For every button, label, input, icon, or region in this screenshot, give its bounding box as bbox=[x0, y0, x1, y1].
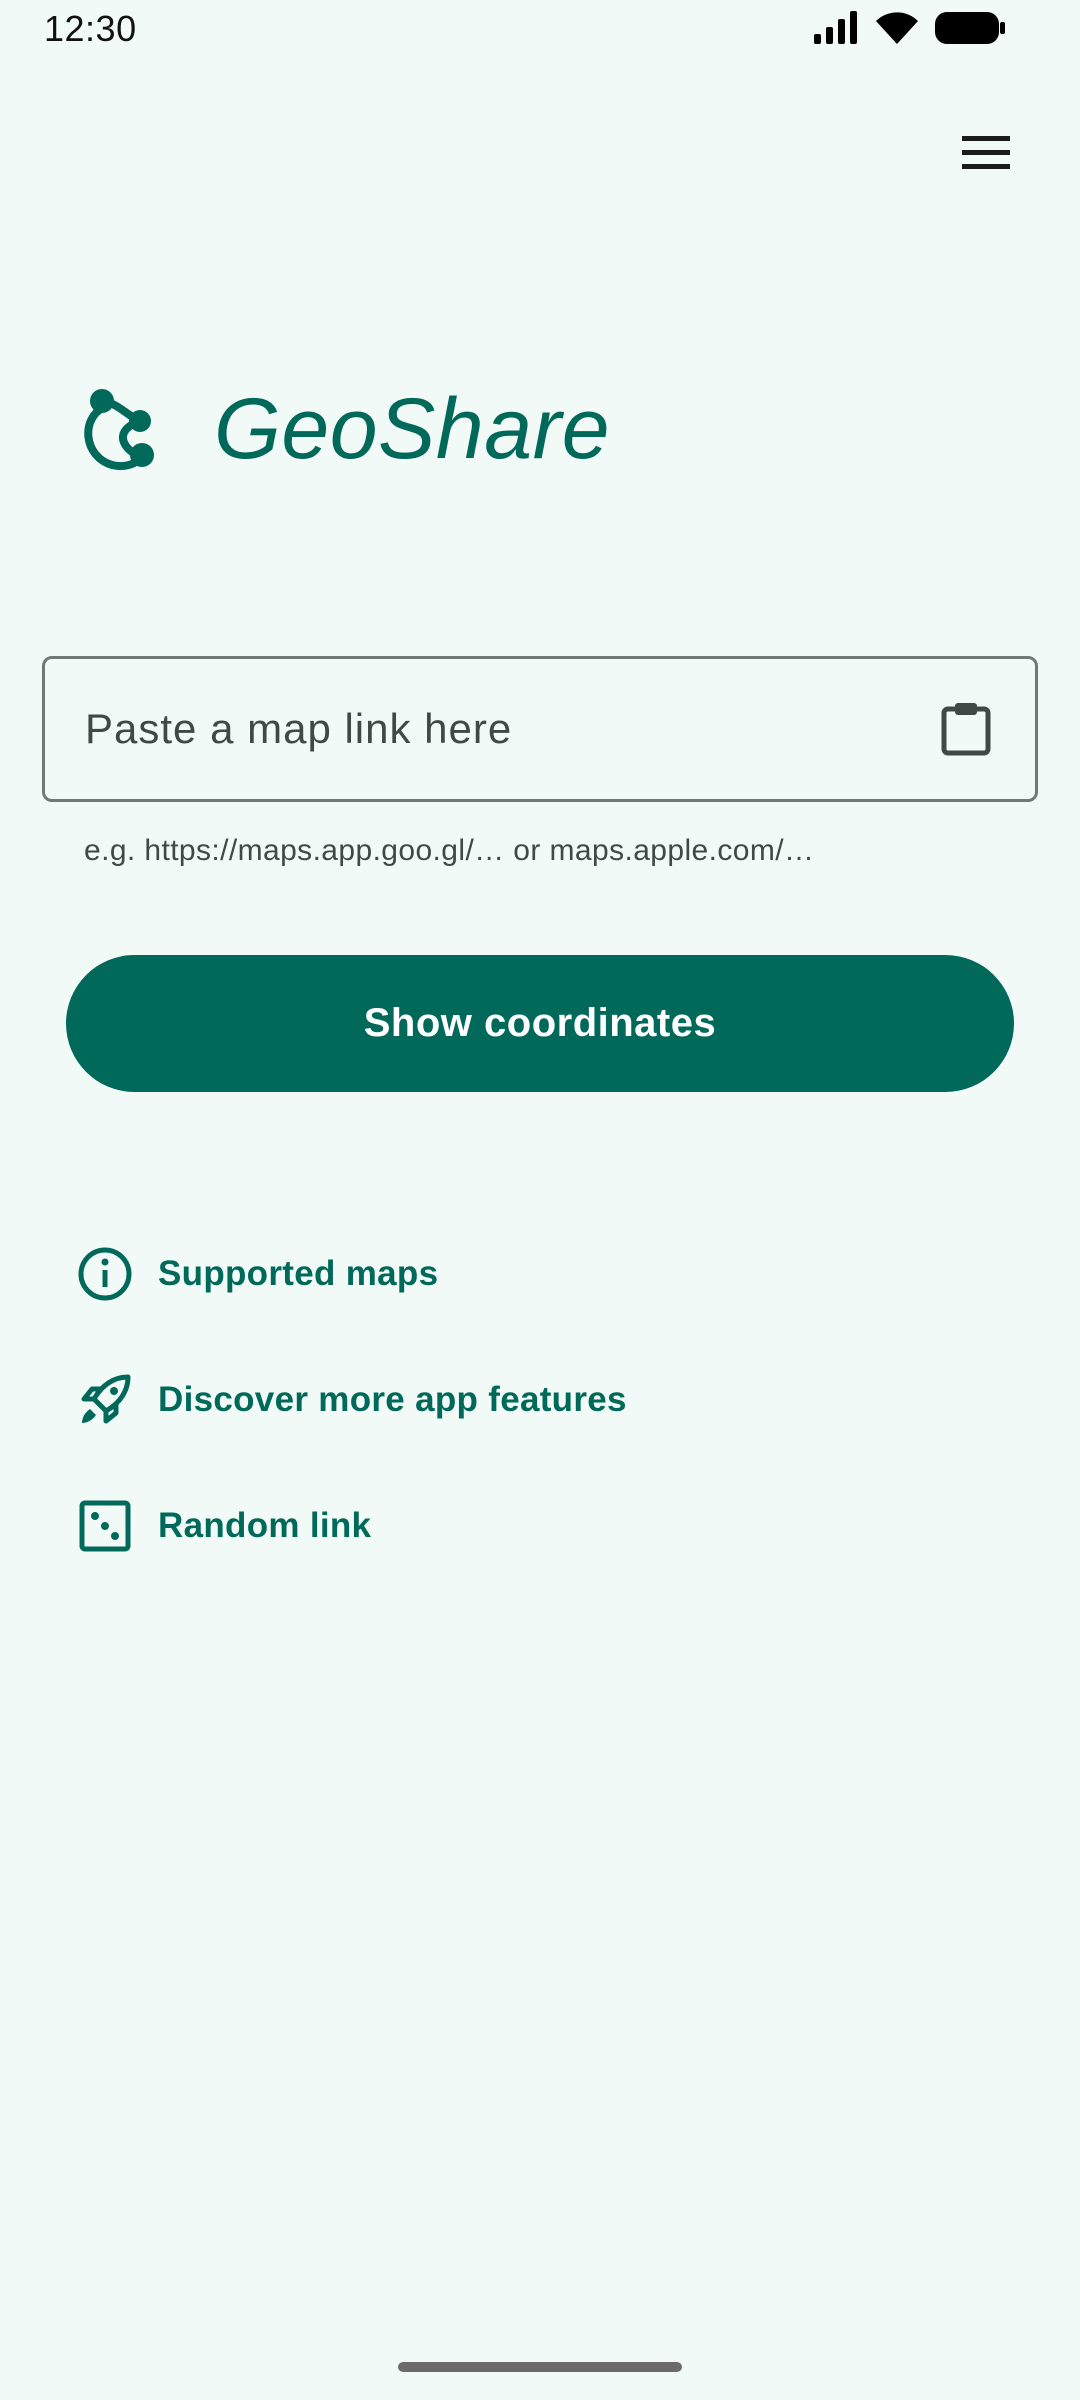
app-title: GeoShare bbox=[214, 381, 611, 477]
geoshare-logo-icon bbox=[84, 388, 154, 470]
wifi-icon bbox=[874, 10, 920, 51]
map-link-input[interactable] bbox=[45, 659, 911, 799]
dice-icon bbox=[76, 1497, 134, 1555]
clipboard-icon bbox=[941, 703, 991, 756]
status-icons bbox=[812, 10, 1006, 51]
supported-maps-label: Supported maps bbox=[158, 1254, 439, 1293]
status-bar: 12:30 bbox=[0, 0, 1080, 60]
discover-features-link[interactable]: Discover more app features bbox=[76, 1360, 627, 1440]
paste-button[interactable] bbox=[911, 674, 1021, 784]
map-link-field[interactable] bbox=[42, 656, 1038, 802]
hamburger-icon bbox=[962, 136, 1010, 169]
input-helper-text: e.g. https://maps.app.goo.gl/… or maps.a… bbox=[84, 834, 815, 867]
info-icon bbox=[76, 1245, 134, 1303]
signal-icon bbox=[812, 10, 860, 51]
random-link[interactable]: Random link bbox=[76, 1486, 371, 1566]
rocket-icon bbox=[76, 1371, 134, 1429]
home-indicator[interactable] bbox=[398, 2362, 682, 2372]
battery-icon bbox=[934, 10, 1006, 51]
discover-features-label: Discover more app features bbox=[158, 1380, 627, 1419]
app-logo: GeoShare bbox=[78, 380, 610, 479]
status-time: 12:30 bbox=[44, 8, 137, 49]
supported-maps-link[interactable]: Supported maps bbox=[76, 1234, 438, 1314]
show-coordinates-button[interactable]: Show coordinates bbox=[66, 955, 1014, 1092]
menu-button[interactable] bbox=[946, 112, 1026, 192]
random-link-label: Random link bbox=[158, 1506, 372, 1545]
screen: 12:30 GeoShare Paste a map link here e.g… bbox=[0, 0, 1080, 2400]
